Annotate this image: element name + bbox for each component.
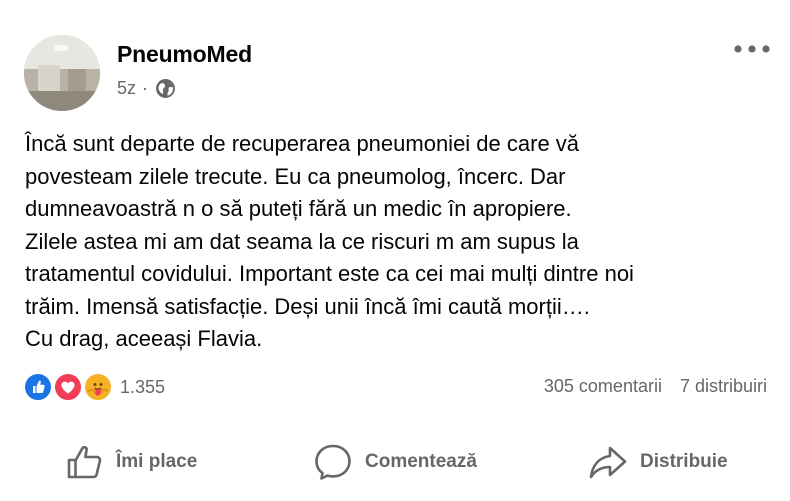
post-actions: Îmi place Comentează Distribuie	[0, 438, 790, 486]
globe-icon	[155, 78, 176, 99]
comments-count[interactable]: 305 comentarii	[544, 376, 662, 397]
more-options-icon	[734, 45, 770, 53]
facebook-post: PneumoMed 5z · Încă sunt departe de recu…	[0, 0, 790, 501]
post-text-line: Cu drag, aceeași Flavia.	[25, 326, 263, 351]
like-button-label: Îmi place	[116, 451, 198, 472]
more-options-button[interactable]	[730, 36, 774, 62]
share-button[interactable]: Distribuie	[588, 438, 728, 486]
avatar-photo	[24, 35, 100, 111]
post-stats: 305 comentarii 7 distribuiri	[544, 376, 767, 397]
post-time[interactable]: 5z	[117, 78, 136, 99]
shares-count[interactable]: 7 distribuiri	[680, 376, 767, 397]
meta-separator: ·	[142, 78, 149, 98]
like-button[interactable]: Îmi place	[66, 438, 197, 486]
post-text-line: tratamentul covidului. Important este ca…	[25, 261, 634, 286]
post-text: Încă sunt departe de recuperarea pneumon…	[25, 128, 770, 356]
post-text-line: Încă sunt departe de recuperarea pneumon…	[25, 131, 580, 156]
post-text-line: dumneavoastră n o să puteți fără un medi…	[25, 196, 572, 221]
post-text-line: Zilele astea mi am dat seama la ce riscu…	[25, 228, 579, 254]
love-reaction-icon	[53, 372, 83, 402]
reaction-icons	[23, 371, 119, 403]
share-icon	[589, 446, 627, 479]
like-reaction-icon	[23, 372, 53, 402]
avatar[interactable]	[24, 35, 100, 111]
post-meta: 5z ·	[117, 78, 176, 99]
comment-button[interactable]: Comentează	[313, 438, 477, 486]
care-reaction-icon	[83, 372, 113, 402]
post-text-line: povesteam zilele trecute. Eu ca pneumolo…	[25, 163, 566, 189]
thumbs-up-icon	[67, 445, 102, 479]
comment-icon	[315, 444, 351, 480]
reactions-summary[interactable]: 1.355	[23, 371, 165, 403]
share-button-label: Distribuie	[640, 451, 728, 472]
author-name[interactable]: PneumoMed	[117, 41, 252, 68]
comment-button-label: Comentează	[365, 451, 477, 472]
post-text-line: trăim. Imensă satisfacție. Deși unii înc…	[25, 293, 590, 319]
reaction-count[interactable]: 1.355	[120, 377, 165, 398]
